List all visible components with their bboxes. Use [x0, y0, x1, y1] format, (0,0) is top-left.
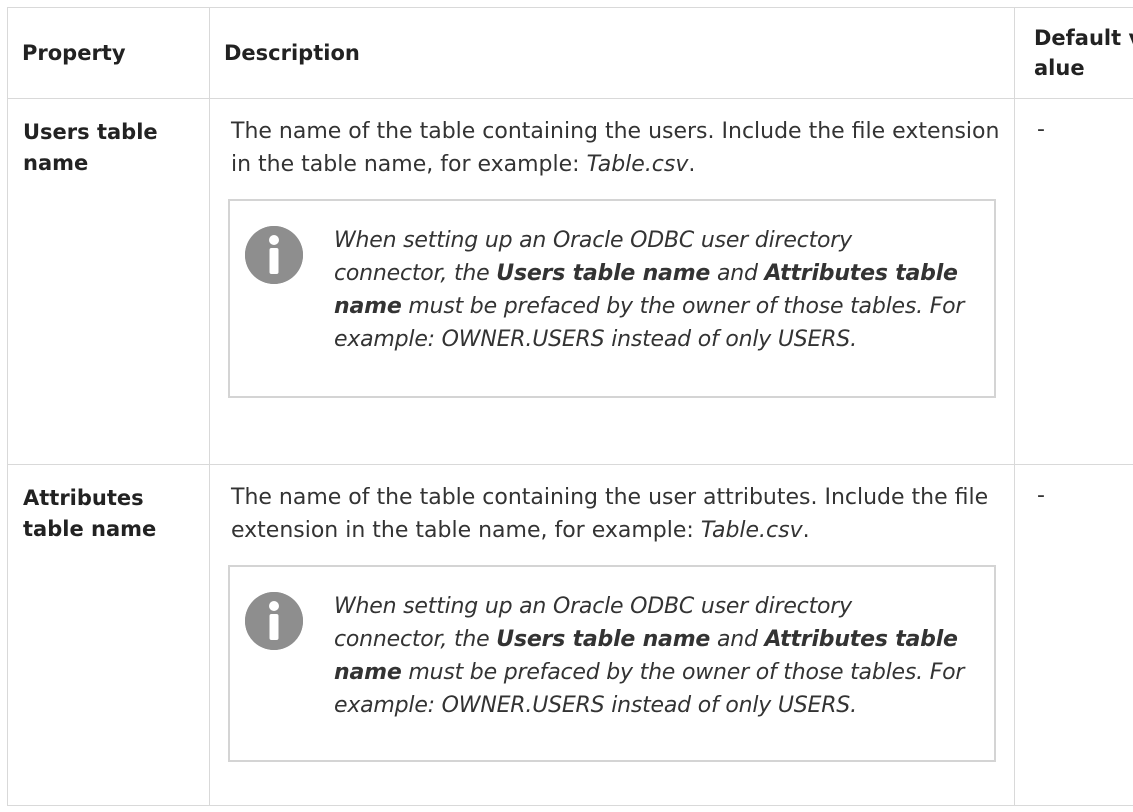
property-name: Users table name	[23, 120, 158, 175]
note-text-part: must be prefaced by the owner of those t…	[334, 294, 965, 352]
default-value: -	[1037, 483, 1045, 508]
note-bold-users-table-name: Users table name	[496, 627, 711, 652]
default-value-cell: -	[1014, 464, 1133, 806]
header-property-label: Property	[22, 41, 126, 65]
note-box: When setting up an Oracle ODBC user dire…	[228, 199, 996, 398]
note-text: When setting up an Oracle ODBC user dire…	[334, 224, 970, 356]
header-description: Description	[209, 7, 1015, 99]
properties-table: Property Description Default value Users…	[7, 7, 1133, 806]
description-body: The name of the table containing the use…	[231, 485, 989, 543]
description-cell: The name of the table containing the use…	[209, 464, 1015, 806]
note-text-part: and	[710, 261, 765, 286]
header-default-value: Default value	[1014, 7, 1133, 99]
note-text-part: must be prefaced by the owner of those t…	[334, 660, 965, 718]
description-example: Table.csv	[700, 518, 803, 543]
header-description-label: Description	[224, 41, 360, 65]
header-default-value-label: Default value	[1034, 26, 1133, 80]
table-row: Attributes table name The name of the ta…	[7, 464, 1133, 806]
description-text: The name of the table containing the use…	[210, 465, 1014, 547]
description-suffix: .	[802, 518, 810, 543]
table-row: Users table name The name of the table c…	[7, 98, 1133, 465]
description-cell: The name of the table containing the use…	[209, 98, 1015, 465]
table-header-row: Property Description Default value	[7, 7, 1133, 99]
default-value-cell: -	[1014, 98, 1133, 465]
info-icon	[245, 592, 303, 650]
header-property: Property	[7, 7, 210, 99]
note-text-part: and	[710, 627, 765, 652]
description-example: Table.csv	[586, 152, 689, 177]
default-value: -	[1037, 117, 1045, 142]
note-box: When setting up an Oracle ODBC user dire…	[228, 565, 996, 762]
note-text: When setting up an Oracle ODBC user dire…	[334, 590, 970, 722]
note-bold-users-table-name: Users table name	[496, 261, 711, 286]
property-name: Attributes table name	[23, 486, 157, 541]
description-suffix: .	[688, 152, 696, 177]
description-text: The name of the table containing the use…	[210, 99, 1014, 181]
property-cell: Users table name	[7, 98, 210, 465]
property-cell: Attributes table name	[7, 464, 210, 806]
info-icon	[245, 226, 303, 284]
